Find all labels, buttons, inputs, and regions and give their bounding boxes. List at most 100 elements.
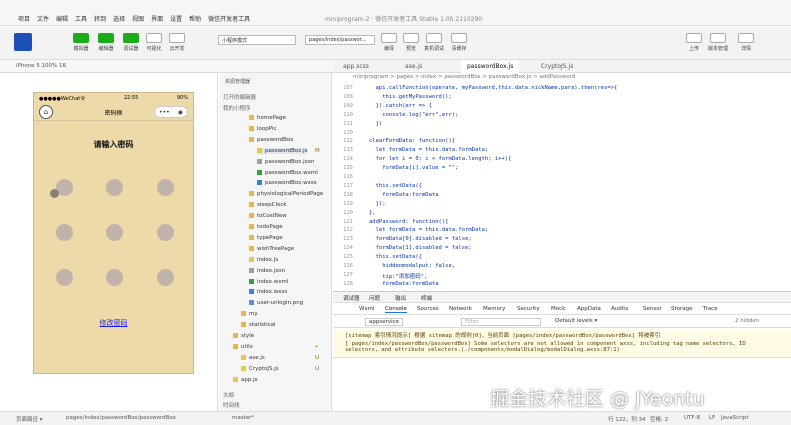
- code-line[interactable]: formData[1].disabled = false;: [369, 245, 472, 251]
- folder-item[interactable]: utils •: [233, 343, 318, 350]
- project-section[interactable]: 我的小程序: [223, 104, 251, 112]
- context-select[interactable]: appservice: [365, 318, 404, 326]
- tab-app-scss[interactable]: app.scss: [337, 60, 375, 73]
- code-line[interactable]: addPassword: function(){: [369, 219, 448, 225]
- language-mode[interactable]: JavaScript: [721, 415, 749, 421]
- file-item[interactable]: index.js: [249, 256, 278, 263]
- code-line[interactable]: this.setData({: [369, 254, 422, 260]
- file-item[interactable]: passwordBox.wxss: [257, 180, 317, 186]
- code-line[interactable]: formData:formData: [369, 192, 438, 198]
- code-line[interactable]: console.log("err",err);: [369, 112, 458, 118]
- folder-item[interactable]: wishTreePage: [249, 245, 294, 252]
- gesture-dot[interactable]: [157, 269, 174, 286]
- code-line[interactable]: this.setData({: [369, 183, 422, 189]
- folder-item[interactable]: passwordBox: [249, 136, 293, 143]
- menu-item[interactable]: 工具: [75, 14, 87, 23]
- gesture-dot[interactable]: [56, 224, 73, 241]
- avatar[interactable]: [14, 33, 32, 51]
- code-line[interactable]: });: [369, 201, 386, 207]
- file-item[interactable]: passwordBox.json: [257, 158, 314, 165]
- menu-item[interactable]: 帮助: [189, 14, 201, 23]
- devtools-tab[interactable]: Console: [385, 306, 407, 313]
- code-line[interactable]: for let i = 0; i < formData.length; i++)…: [369, 156, 512, 162]
- file-item[interactable]: app.js: [233, 376, 258, 383]
- menu-item[interactable]: 编辑: [56, 14, 68, 23]
- file-item[interactable]: user-unlogin.png: [249, 300, 303, 306]
- debugger-button[interactable]: 调试器: [120, 33, 142, 52]
- gesture-dot[interactable]: [106, 179, 123, 196]
- menu-item[interactable]: 选择: [113, 14, 125, 23]
- capsule-menu[interactable]: ••• ◉: [154, 106, 188, 118]
- folder-item[interactable]: statistical: [241, 322, 276, 328]
- code-line[interactable]: formData[i].value = "";: [369, 165, 458, 171]
- details-button[interactable]: 详情: [735, 33, 757, 52]
- devtools-tab[interactable]: Mock: [551, 306, 565, 312]
- console-filter-input[interactable]: Filter: [461, 318, 541, 326]
- outline-section[interactable]: 大纲: [223, 391, 234, 399]
- devtools-tab[interactable]: Security: [517, 306, 540, 312]
- gesture-dot[interactable]: [56, 269, 73, 286]
- code-line[interactable]: tip:"添加密码",: [369, 272, 427, 280]
- mode-select[interactable]: 小程序模式: [218, 35, 296, 45]
- devtools-tab[interactable]: Audits: [611, 306, 628, 312]
- folder-item[interactable]: homePage: [249, 115, 286, 121]
- open-editors-section[interactable]: 打开的编辑器: [223, 93, 256, 101]
- visual-button[interactable]: 可视化: [143, 33, 165, 52]
- devtools-tab[interactable]: AppData: [577, 306, 601, 312]
- code-line[interactable]: api.callFunction(operate, myPassword,thi…: [369, 85, 618, 91]
- folder-item[interactable]: typePage: [249, 234, 283, 241]
- devtools-tab[interactable]: Memory: [483, 306, 505, 312]
- gesture-dot[interactable]: [157, 179, 174, 196]
- code-line[interactable]: }).catch(err => {: [369, 103, 432, 109]
- cursor-position[interactable]: 行 122，列 34: [608, 415, 646, 423]
- encoding[interactable]: UTF-8: [684, 415, 700, 421]
- version-manager-button[interactable]: 版本管理: [707, 33, 729, 52]
- modify-password-link[interactable]: 修改密码: [34, 318, 193, 328]
- menu-item[interactable]: 视图: [132, 14, 144, 23]
- folder-item[interactable]: style: [233, 333, 254, 339]
- code-line[interactable]: this.getMyPassword();: [369, 94, 452, 100]
- debugger-tab[interactable]: 输出: [395, 294, 406, 302]
- close-icon[interactable]: ◉: [178, 109, 183, 116]
- code-editor[interactable]: 107 api.callFunction(operate, myPassword…: [333, 83, 791, 290]
- file-item[interactable]: index.wxml: [249, 278, 288, 285]
- file-item[interactable]: index.json: [249, 267, 285, 274]
- menu-item[interactable]: 项目: [18, 14, 30, 23]
- device-select[interactable]: iPhone 5 100% 16: [16, 63, 66, 69]
- code-line[interactable]: },: [369, 210, 376, 216]
- file-item[interactable]: index.wxss: [249, 289, 287, 295]
- folder-item[interactable]: my: [241, 311, 258, 317]
- devtools-tab[interactable]: Sensor: [643, 306, 662, 312]
- folder-item[interactable]: sleepClock: [249, 202, 287, 208]
- devtools-tab[interactable]: Network: [449, 306, 472, 312]
- upload-button[interactable]: 上传: [683, 33, 705, 52]
- folder-item[interactable]: physiologicalPeriodPage: [249, 191, 323, 197]
- devtools-tab[interactable]: Trace: [703, 306, 718, 312]
- line-ending[interactable]: LF: [709, 415, 715, 421]
- simulator-button[interactable]: 模拟器: [70, 33, 92, 52]
- file-item[interactable]: CryptoJS.js U: [241, 365, 319, 372]
- gesture-dot[interactable]: [106, 224, 123, 241]
- debugger-tab[interactable]: 问题: [369, 294, 380, 302]
- indentation[interactable]: 空格: 2: [650, 415, 668, 423]
- devtools-tab[interactable]: Wxml: [359, 306, 375, 312]
- folder-item[interactable]: todoPage: [249, 224, 283, 230]
- code-line[interactable]: hiddenmodalput: false,: [369, 263, 455, 269]
- code-line[interactable]: let formData = this.data.formData;: [369, 227, 489, 233]
- folder-item[interactable]: toCostNew: [249, 213, 287, 219]
- code-line[interactable]: formData:formData: [369, 281, 438, 287]
- gesture-dot[interactable]: [106, 269, 123, 286]
- tab-ase-js[interactable]: ase.js: [399, 60, 428, 73]
- file-item[interactable]: ase.js U: [241, 354, 319, 361]
- debugger-tab[interactable]: 终端: [421, 294, 432, 302]
- code-line[interactable]: let formData = this.data.formData;: [369, 147, 489, 153]
- git-branch[interactable]: master*: [232, 415, 254, 421]
- page-path-label[interactable]: 页面路径 ▾: [16, 415, 43, 423]
- clear-cache-button[interactable]: 清缓存: [448, 33, 470, 52]
- file-item[interactable]: passwordBox.wxml: [257, 169, 318, 176]
- code-line[interactable]: formData[0].disabled = false;: [369, 236, 472, 242]
- editor-button[interactable]: 编辑器: [95, 33, 117, 52]
- code-line[interactable]: }): [369, 121, 383, 127]
- file-item[interactable]: passwordBox.js M: [257, 147, 320, 154]
- menu-item[interactable]: 设置: [170, 14, 182, 23]
